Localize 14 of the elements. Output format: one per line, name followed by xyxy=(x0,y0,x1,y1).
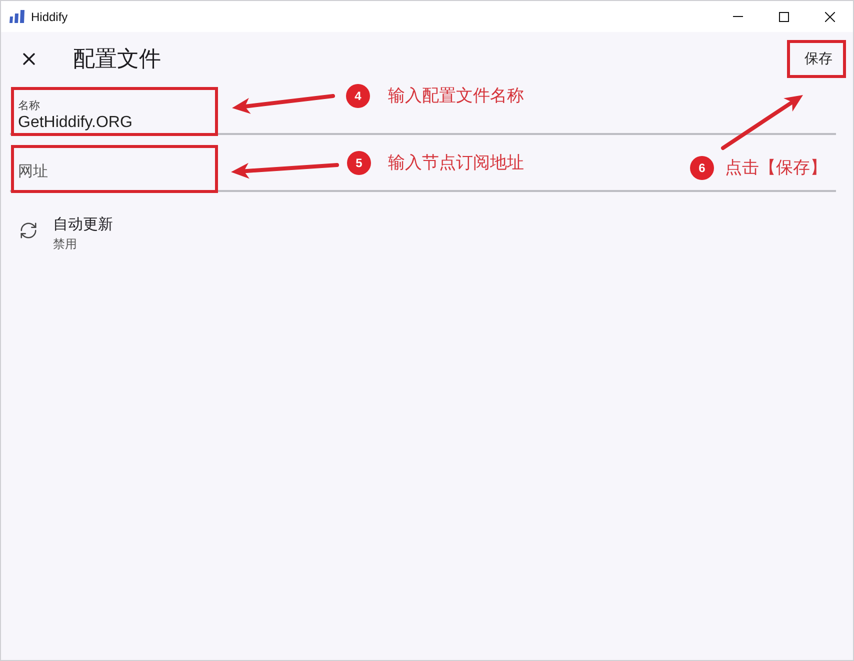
window-title: Hiddify xyxy=(31,10,68,24)
minimize-icon xyxy=(733,16,743,17)
save-button[interactable]: 保存 xyxy=(787,40,846,78)
annotation-text: 输入节点订阅地址 xyxy=(388,152,524,174)
field-label: 名称 xyxy=(18,99,40,113)
maximize-icon xyxy=(779,12,789,22)
annotation-text: 输入配置文件名称 xyxy=(388,85,524,107)
sync-icon xyxy=(19,221,38,240)
logo-icon xyxy=(9,10,25,23)
setting-title: 自动更新 xyxy=(53,215,113,235)
setting-value: 禁用 xyxy=(53,236,77,253)
annotation-text: 点击【保存】 xyxy=(725,157,827,179)
page-title: 配置文件 xyxy=(73,45,161,73)
close-icon xyxy=(825,12,835,22)
